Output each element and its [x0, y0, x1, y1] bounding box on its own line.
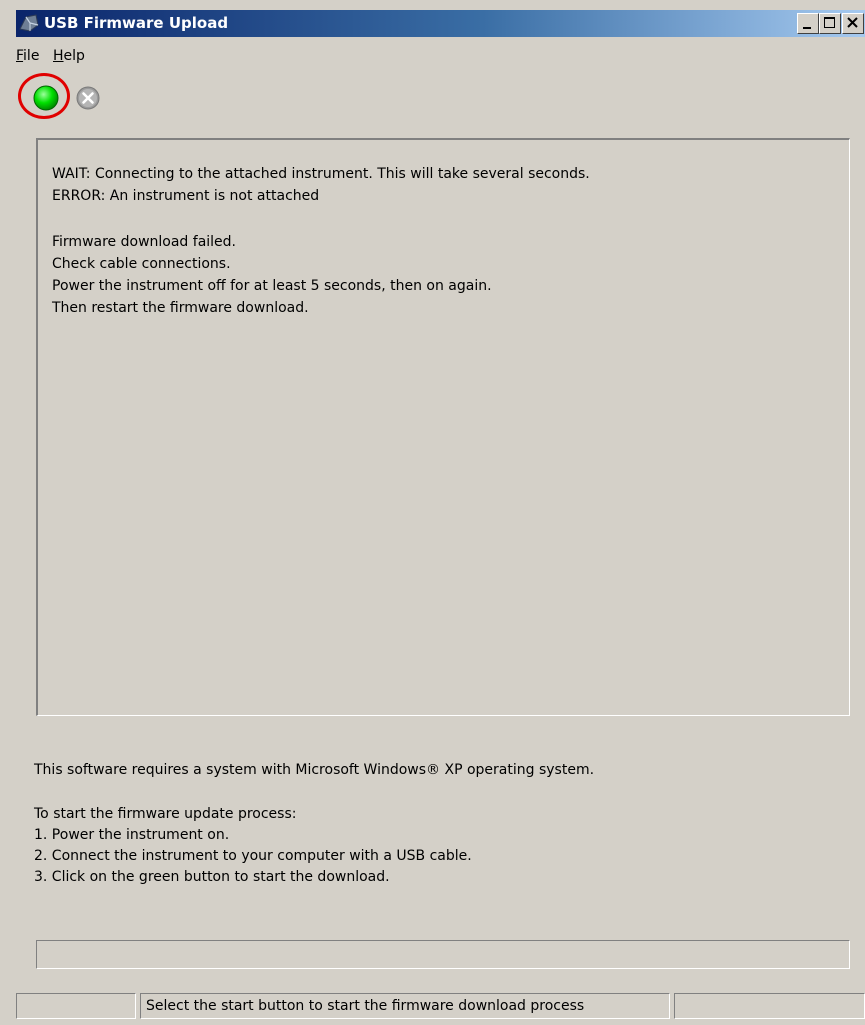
- app-icon: [18, 13, 40, 33]
- minimize-icon: [803, 27, 811, 29]
- gray-stop-icon: [76, 86, 100, 110]
- maximize-button[interactable]: [819, 13, 841, 34]
- maximize-icon: [824, 17, 835, 28]
- close-icon: [847, 17, 858, 28]
- status-pane-right: [674, 993, 865, 1019]
- log-line: Power the instrument off for at least 5 …: [52, 278, 492, 294]
- title-bar[interactable]: USB Firmware Upload: [16, 10, 865, 37]
- instructions-header: To start the firmware update process:: [34, 806, 297, 822]
- progress-bar: [36, 940, 850, 969]
- close-button[interactable]: [842, 13, 864, 34]
- menu-file-mnemonic: F: [16, 48, 24, 64]
- status-bar: Select the start button to start the fir…: [16, 993, 865, 1019]
- menu-help-mnemonic: H: [53, 48, 64, 64]
- log-line: Check cable connections.: [52, 256, 231, 272]
- log-line: WAIT: Connecting to the attached instrum…: [52, 166, 590, 182]
- status-message: Select the start button to start the fir…: [140, 993, 670, 1019]
- log-line: ERROR: An instrument is not attached: [52, 188, 320, 204]
- log-panel[interactable]: WAIT: Connecting to the attached instrum…: [36, 138, 850, 716]
- menu-help[interactable]: Help: [53, 48, 85, 64]
- start-button[interactable]: [31, 84, 61, 112]
- instruction-step: 2. Connect the instrument to your comput…: [34, 848, 472, 864]
- menu-file[interactable]: File: [16, 48, 39, 64]
- log-line: Then restart the firmware download.: [52, 300, 309, 316]
- instruction-step: 1. Power the instrument on.: [34, 827, 230, 843]
- status-pane-left: [16, 993, 136, 1019]
- requirement-text: This software requires a system with Mic…: [34, 762, 595, 778]
- log-line: Firmware download failed.: [52, 234, 236, 250]
- menu-file-label-rest: ile: [23, 48, 40, 64]
- menu-help-label-rest: elp: [63, 48, 85, 64]
- instruction-step: 3. Click on the green button to start th…: [34, 869, 390, 885]
- app-window: USB Firmware Upload File Help WAIT: Conn…: [0, 0, 865, 1025]
- window-title: USB Firmware Upload: [44, 14, 229, 32]
- green-circle-icon: [33, 85, 59, 111]
- minimize-button[interactable]: [797, 13, 819, 34]
- stop-button[interactable]: [75, 85, 103, 111]
